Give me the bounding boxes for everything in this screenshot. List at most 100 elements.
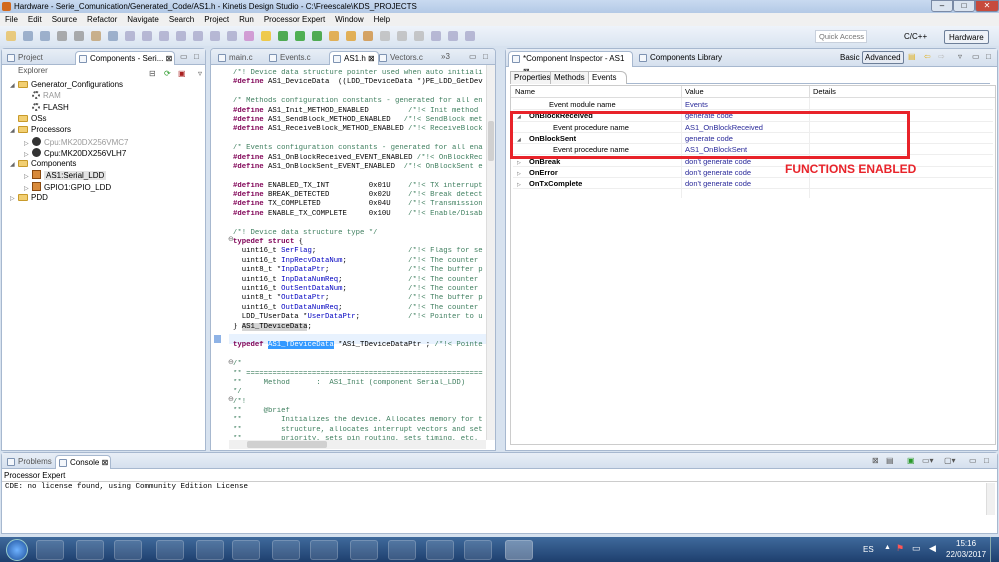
toolbar-button-icon[interactable] (142, 31, 152, 41)
expanded-arrow-icon[interactable]: ◢ (10, 126, 18, 136)
event-row[interactable]: ▷ OnError don't generate code (513, 167, 993, 179)
menu-run[interactable]: Run (239, 15, 254, 24)
toolbar-button-icon[interactable] (329, 31, 339, 41)
toolbar-button-icon[interactable] (346, 31, 356, 41)
taskbar-internet-explorer[interactable] (36, 540, 64, 560)
tree-item[interactable]: ▷ Cpu:MK20DX256VMC7 (24, 136, 128, 149)
minimize-editor-icon[interactable]: ▭ (469, 52, 477, 61)
toolbar-button-icon[interactable] (125, 31, 135, 41)
show-desktop-button[interactable] (990, 537, 999, 562)
taskbar-app[interactable] (426, 540, 454, 560)
tab-problems[interactable]: Problems (4, 455, 54, 469)
quick-access-input[interactable] (815, 30, 867, 43)
subtab-events[interactable]: Events (588, 71, 628, 84)
menu-processor-expert[interactable]: Processor Expert (264, 15, 325, 24)
menu-refactor[interactable]: Refactor (87, 15, 117, 24)
toolbar-button-icon[interactable] (312, 31, 322, 41)
show-hidden-icons[interactable]: ▲ (884, 544, 891, 551)
taskbar-acrobat[interactable] (232, 540, 260, 560)
toolbar-button-icon[interactable] (40, 31, 50, 41)
volume-icon[interactable]: ◀ (929, 543, 936, 554)
editor-horizontal-scrollbar[interactable] (229, 440, 486, 449)
maximize-editor-icon[interactable]: □ (483, 52, 488, 61)
column-header-value[interactable]: Value (681, 86, 704, 98)
toolbar-button-icon[interactable] (23, 31, 33, 41)
tab-component-inspector[interactable]: *Component Inspector - AS1 ⊠ (508, 51, 633, 76)
editor-vertical-scrollbar[interactable] (486, 65, 495, 440)
maximize-view-icon[interactable]: □ (194, 52, 199, 61)
minimize-button[interactable]: – (931, 0, 953, 12)
tree-item[interactable]: ▷ AS1:Serial_LDD (24, 170, 107, 182)
event-value[interactable]: Events (685, 99, 708, 110)
clear-console-icon[interactable]: ⊠ (872, 456, 879, 465)
more-tabs-button[interactable]: »3 (441, 52, 450, 61)
scroll-lock-icon[interactable]: ▤ (886, 456, 894, 465)
toolbar-button-icon[interactable] (193, 31, 203, 41)
toolbar-button-icon[interactable] (244, 31, 254, 41)
clock-time[interactable]: 15:16 (956, 539, 976, 548)
tree-item[interactable]: RAM (24, 91, 61, 101)
expanded-arrow-icon[interactable]: ◢ (10, 160, 18, 170)
tree-item[interactable]: ▷ PDD (10, 193, 48, 204)
maximize-view-icon[interactable]: □ (984, 456, 989, 465)
tree-item[interactable]: ◢ Components (10, 159, 76, 170)
refresh-icon[interactable]: ⟳ (164, 69, 171, 78)
taskbar-outlook[interactable] (114, 540, 142, 560)
close-button[interactable]: ✕ (975, 0, 999, 12)
toolbar-button-icon[interactable] (465, 31, 475, 41)
new-icon[interactable]: ▤ (908, 52, 916, 61)
toolbar-button-icon[interactable] (91, 31, 101, 41)
toolbar-button-icon[interactable] (74, 31, 84, 41)
clock-date[interactable]: 22/03/2017 (946, 550, 986, 559)
event-row[interactable]: ▷ OnTxComplete don't generate code (513, 178, 993, 191)
taskbar-app[interactable] (156, 540, 184, 560)
expanded-arrow-icon[interactable]: ◢ (10, 81, 18, 91)
view-menu-icon[interactable]: ▿ (958, 52, 962, 61)
event-value[interactable]: don't generate code (685, 178, 751, 189)
tree-item[interactable]: ◢ Generator_Configurations (10, 80, 123, 91)
column-header-details[interactable]: Details (809, 86, 836, 98)
tab-as1-h[interactable]: AS1.h ⊠ (329, 51, 379, 65)
toolbar-button-icon[interactable] (6, 31, 16, 41)
toolbar-button-icon[interactable] (278, 31, 288, 41)
toolbar-button-icon[interactable] (363, 31, 373, 41)
minimize-view-icon[interactable]: ▭ (969, 456, 977, 465)
forward-icon[interactable]: ⇨ (938, 52, 945, 61)
toolbar-button-icon[interactable] (448, 31, 458, 41)
display-console-icon[interactable]: ▭▾ (922, 456, 934, 465)
toolbar-button-icon[interactable] (227, 31, 237, 41)
console-vertical-scrollbar[interactable] (986, 483, 995, 515)
taskbar-app[interactable] (464, 540, 492, 560)
network-icon[interactable]: ▭ (912, 543, 921, 554)
tab-console[interactable]: Console ⊠ (55, 455, 111, 469)
taskbar-explorer[interactable] (76, 540, 104, 560)
code-editor[interactable]: /*! Device data structure pointer used w… (233, 69, 483, 445)
basic-mode-button[interactable]: Basic (840, 53, 860, 62)
toolbar-button-icon[interactable] (295, 31, 305, 41)
toolbar-button-icon[interactable] (261, 31, 271, 41)
back-icon[interactable]: ⇦ (924, 52, 931, 61)
tab-components[interactable]: Components - Seri... ⊠ (75, 51, 175, 65)
toolbar-button-icon[interactable] (397, 31, 407, 41)
taskbar-app[interactable] (272, 540, 300, 560)
subtab-properties[interactable]: Properties (510, 71, 555, 84)
tree-item[interactable]: ◢ Processors (10, 125, 71, 136)
menu-source[interactable]: Source (52, 15, 77, 24)
view-menu-icon[interactable]: ▿ (198, 69, 202, 78)
tree-item[interactable]: OSs (10, 114, 47, 124)
toolbar-button-icon[interactable] (176, 31, 186, 41)
tree-item[interactable]: FLASH (24, 102, 69, 113)
tree-item[interactable]: ▷ GPIO1:GPIO_LDD (24, 181, 111, 194)
start-button[interactable] (6, 539, 28, 561)
taskbar-app[interactable] (350, 540, 378, 560)
subtab-methods[interactable]: Methods (550, 71, 589, 84)
menu-help[interactable]: Help (374, 15, 390, 24)
collapsed-arrow-icon[interactable]: ▷ (10, 194, 18, 204)
collapsed-arrow-icon[interactable]: ▷ (517, 180, 529, 191)
perspective-cpp[interactable]: C/C++ (900, 30, 931, 44)
generate-code-icon[interactable]: ▣ (178, 69, 186, 78)
perspective-hardware[interactable]: Hardware (944, 30, 989, 44)
maximize-button[interactable]: □ (953, 0, 975, 12)
maximize-view-icon[interactable]: □ (986, 52, 991, 61)
column-header-name[interactable]: Name (515, 86, 535, 98)
